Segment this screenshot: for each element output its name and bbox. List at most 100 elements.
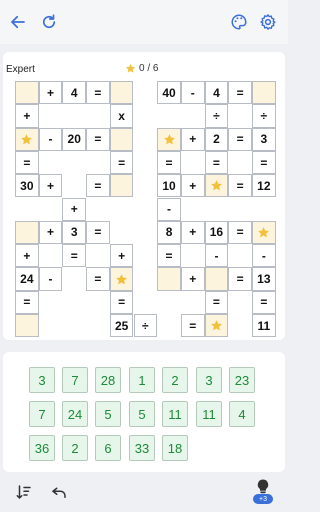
arrow-left-icon [11, 15, 25, 29]
number-tile[interactable]: 11 [196, 401, 222, 427]
number-cell: 20 [62, 127, 87, 151]
number-tile[interactable]: 4 [229, 401, 255, 427]
operator-cell: + [180, 220, 205, 245]
number-cell: 25 [109, 314, 134, 338]
theme-button[interactable] [227, 10, 251, 34]
operator-cell: + [38, 81, 63, 105]
star-icon [21, 133, 33, 145]
number-tile[interactable]: 7 [29, 401, 55, 427]
star-cell[interactable] [15, 127, 39, 151]
operator-cell: + [180, 174, 205, 198]
stars-count: 0 / 6 [139, 63, 159, 74]
number-tile[interactable]: 24 [62, 401, 88, 427]
settings-button[interactable] [256, 10, 280, 34]
sort-button[interactable] [12, 480, 36, 504]
empty-cell[interactable] [157, 267, 181, 291]
empty-cell[interactable] [109, 127, 134, 151]
empty-cell[interactable] [15, 314, 39, 338]
star-cell[interactable] [204, 314, 229, 338]
operator-cell: = [86, 220, 110, 245]
operator-cell: + [15, 244, 39, 268]
operator-cell: + [109, 244, 134, 268]
undo-button[interactable] [47, 480, 71, 504]
number-tile[interactable]: 1 [129, 367, 155, 393]
operator-cell: = [204, 290, 229, 314]
number-cell: 10 [157, 174, 181, 198]
number-tile[interactable]: 3 [196, 367, 222, 393]
operator-cell: + [180, 267, 205, 291]
operator-cell: x [109, 104, 134, 128]
sort-icon [16, 485, 31, 499]
operator-cell: ÷ [133, 314, 158, 338]
star-icon [163, 133, 175, 145]
operator-cell: = [109, 150, 134, 175]
number-cell: 4 [62, 81, 87, 105]
stars-progress: 0 / 6 [125, 63, 158, 74]
operator-cell: = [252, 150, 276, 175]
number-cell: 24 [15, 267, 39, 291]
operator-cell: = [15, 150, 39, 175]
operator-cell: ÷ [252, 104, 276, 128]
operator-cell: - [180, 81, 205, 105]
number-tile[interactable]: 28 [95, 367, 121, 393]
number-tile[interactable]: 7 [62, 367, 88, 393]
empty-cell[interactable] [15, 220, 39, 245]
operator-cell: = [86, 267, 110, 291]
operator-cell: = [204, 150, 229, 175]
empty-cell[interactable] [15, 81, 39, 105]
number-tile[interactable]: 18 [162, 435, 188, 461]
empty-cell[interactable] [252, 81, 276, 105]
operator-cell: + [38, 174, 63, 198]
number-tile[interactable]: 36 [29, 435, 55, 461]
palette-icon [231, 14, 247, 30]
operator-cell: - [252, 244, 276, 268]
star-icon [211, 180, 222, 191]
operator-cell: + [180, 127, 205, 151]
operator-cell: = [157, 244, 181, 268]
star-cell[interactable] [204, 174, 229, 198]
number-tile[interactable]: 6 [95, 435, 121, 461]
empty-cell[interactable] [109, 174, 134, 198]
star-icon [116, 273, 128, 284]
operator-cell: = [157, 150, 181, 175]
operator-cell: = [252, 290, 276, 314]
gear-icon [260, 14, 276, 30]
undo-icon [52, 487, 66, 498]
number-tile[interactable]: 33 [129, 435, 155, 461]
bottom-bar [0, 474, 288, 512]
top-bar [0, 0, 288, 44]
number-tile[interactable]: 5 [129, 401, 155, 427]
number-tile[interactable]: 5 [95, 401, 121, 427]
star-cell[interactable] [157, 127, 181, 151]
star-icon [125, 63, 136, 73]
restart-button[interactable] [37, 10, 61, 34]
number-cell: 12 [252, 174, 276, 198]
empty-cell[interactable] [204, 267, 229, 291]
star-cell[interactable] [109, 267, 134, 291]
operator-cell: = [228, 220, 252, 245]
difficulty-label: Expert [6, 64, 35, 75]
operator-cell: = [86, 81, 110, 105]
number-cell: 2 [204, 127, 229, 151]
number-cell: 40 [157, 81, 181, 105]
operator-cell: = [228, 267, 252, 291]
number-cell: 4 [204, 81, 229, 105]
number-tile[interactable]: 2 [62, 435, 88, 461]
operator-cell: + [15, 104, 39, 128]
number-cell: 3 [62, 220, 87, 245]
operator-cell: = [228, 127, 252, 151]
star-cell[interactable] [252, 220, 276, 245]
number-tile[interactable]: 11 [162, 401, 188, 427]
operator-cell: = [228, 81, 252, 105]
number-tile[interactable]: 23 [229, 367, 255, 393]
operator-cell: = [15, 290, 39, 314]
back-button[interactable] [6, 10, 30, 34]
operator-cell: - [38, 267, 63, 291]
refresh-icon [42, 14, 56, 29]
star-icon [258, 227, 270, 238]
number-cell: 11 [252, 314, 276, 338]
empty-cell[interactable] [109, 81, 134, 105]
number-tile[interactable]: 3 [29, 367, 55, 393]
operator-cell: = [86, 174, 110, 198]
number-tile[interactable]: 2 [162, 367, 188, 393]
